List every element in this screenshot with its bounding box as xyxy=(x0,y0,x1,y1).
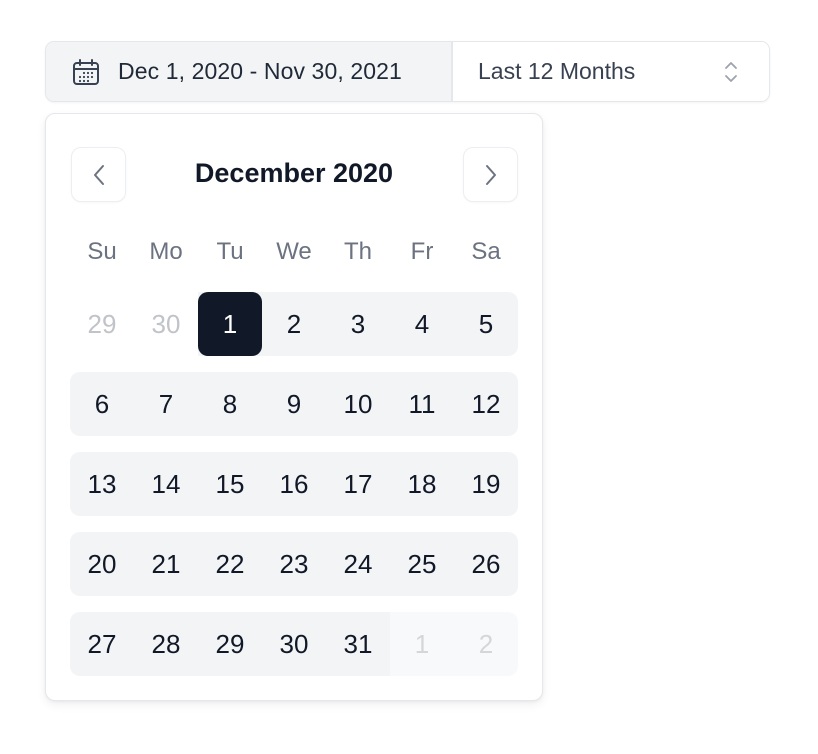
calendar-icon xyxy=(72,58,100,86)
calendar-day[interactable]: 3 xyxy=(326,292,390,356)
calendar-week-row: 13 14 15 16 17 18 19 xyxy=(70,452,518,516)
calendar-day[interactable]: 20 xyxy=(70,532,134,596)
calendar-day[interactable]: 5 xyxy=(454,292,518,356)
calendar-day[interactable]: 24 xyxy=(326,532,390,596)
calendar-day[interactable]: 1 xyxy=(390,612,454,676)
date-range-picker: Dec 1, 2020 - Nov 30, 2021 Last 12 Month… xyxy=(45,41,770,102)
calendar-day[interactable]: 8 xyxy=(198,372,262,436)
preset-selected-value: Last 12 Months xyxy=(478,58,636,84)
calendar-day[interactable]: 13 xyxy=(70,452,134,516)
calendar-week-row: 6 7 8 9 10 11 12 xyxy=(70,372,518,436)
calendar-day[interactable]: 12 xyxy=(454,372,518,436)
calendar-day[interactable]: 16 xyxy=(262,452,326,516)
calendar-day[interactable]: 31 xyxy=(326,612,390,676)
weekday-label: Th xyxy=(343,238,372,265)
weekday-label: Mo xyxy=(149,238,183,265)
preset-select[interactable]: Last 12 Months xyxy=(453,42,769,101)
weekday-label: Fr xyxy=(410,238,434,265)
calendar-day[interactable]: 23 xyxy=(262,532,326,596)
weekday-label: We xyxy=(276,238,312,265)
weekday-label: Su xyxy=(87,238,117,265)
chevron-up-down-icon xyxy=(723,59,739,85)
weekday-label: Sa xyxy=(471,238,501,265)
weekday-header: Su Mo Tu We Th Fr Sa xyxy=(70,238,518,266)
calendar-week-row: 29 30 1 2 3 4 5 xyxy=(70,292,518,356)
calendar-day[interactable]: 21 xyxy=(134,532,198,596)
next-month-button[interactable] xyxy=(463,147,518,202)
date-range-label: Dec 1, 2020 - Nov 30, 2021 xyxy=(118,58,402,84)
calendar-day[interactable]: 9 xyxy=(262,372,326,436)
calendar-day[interactable]: 6 xyxy=(70,372,134,436)
calendar-day[interactable]: 19 xyxy=(454,452,518,516)
calendar-grid: 29 30 1 2 3 4 5 6 7 8 9 10 11 12 13 14 15 16 17 18 19 20 21 22 2… xyxy=(70,292,518,692)
calendar-day[interactable]: 4 xyxy=(390,292,454,356)
calendar-day[interactable]: 29 xyxy=(198,612,262,676)
calendar-week-row: 27 28 29 30 31 1 2 xyxy=(70,612,518,676)
date-range-button[interactable]: Dec 1, 2020 - Nov 30, 2021 xyxy=(46,42,453,101)
calendar-popover: December 2020 Su Mo Tu We Th Fr Sa 29 30 1… xyxy=(45,113,543,701)
calendar-day[interactable]: 30 xyxy=(134,292,198,356)
calendar-day[interactable]: 30 xyxy=(262,612,326,676)
calendar-week-row: 20 21 22 23 24 25 26 xyxy=(70,532,518,596)
chevron-right-icon xyxy=(484,163,498,187)
calendar-day[interactable]: 27 xyxy=(70,612,134,676)
calendar-day[interactable]: 25 xyxy=(390,532,454,596)
calendar-day[interactable]: 26 xyxy=(454,532,518,596)
calendar-day[interactable]: 11 xyxy=(390,372,454,436)
calendar-day[interactable]: 10 xyxy=(326,372,390,436)
calendar-day[interactable]: 28 xyxy=(134,612,198,676)
calendar-day[interactable]: 22 xyxy=(198,532,262,596)
calendar-day[interactable]: 2 xyxy=(454,612,518,676)
calendar-day[interactable]: 2 xyxy=(262,292,326,356)
calendar-day-selected[interactable]: 1 xyxy=(198,292,262,356)
calendar-day[interactable]: 18 xyxy=(390,452,454,516)
calendar-day[interactable]: 14 xyxy=(134,452,198,516)
calendar-day[interactable]: 17 xyxy=(326,452,390,516)
calendar-day[interactable]: 29 xyxy=(70,292,134,356)
weekday-label: Tu xyxy=(216,238,244,265)
calendar-day[interactable]: 15 xyxy=(198,452,262,516)
calendar-day[interactable]: 7 xyxy=(134,372,198,436)
